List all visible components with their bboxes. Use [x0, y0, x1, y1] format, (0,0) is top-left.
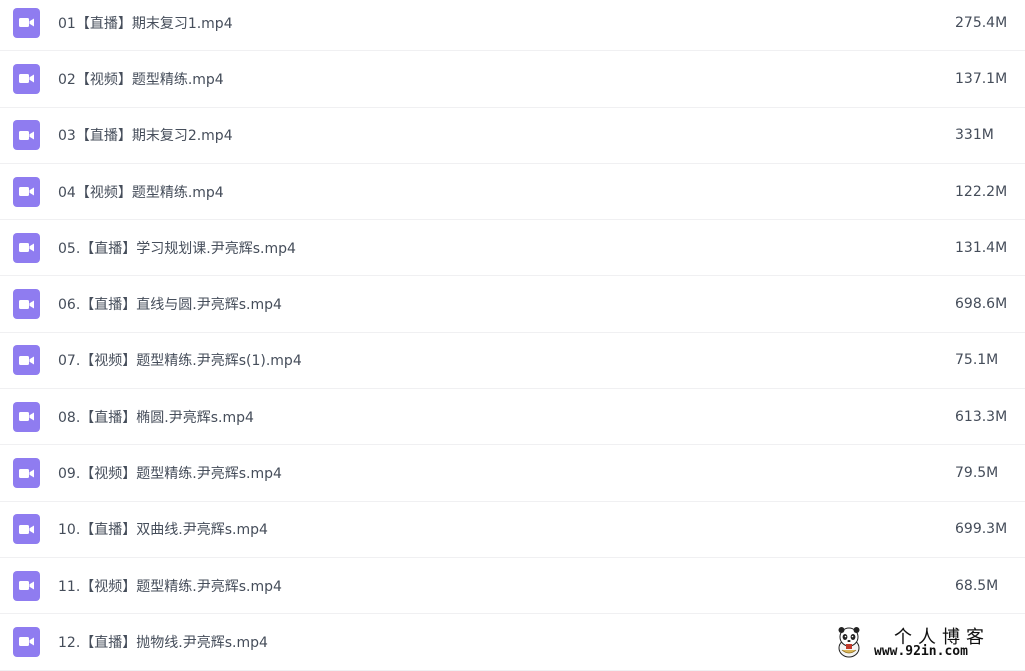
file-row[interactable]: 10.【直播】双曲线.尹亮辉s.mp4 699.3M — [0, 502, 1025, 558]
file-name: 06.【直播】直线与圆.尹亮辉s.mp4 — [58, 297, 282, 314]
watermark-url: www.92in.com — [874, 644, 968, 659]
file-name: 10.【直播】双曲线.尹亮辉s.mp4 — [58, 522, 268, 539]
video-file-icon — [13, 570, 40, 601]
file-row[interactable]: 09.【视频】题型精练.尹亮辉s.mp4 79.5M — [0, 445, 1025, 502]
video-file-icon — [13, 232, 40, 263]
file-name: 04【视频】题型精练.mp4 — [58, 184, 224, 201]
file-row[interactable]: 08.【直播】椭圆.尹亮辉s.mp4 613.3M — [0, 389, 1025, 446]
file-size: 131.4M — [955, 239, 1008, 256]
file-row[interactable]: 07.【视频】题型精练.尹亮辉s(1).mp4 75.1M — [0, 333, 1025, 390]
file-row[interactable]: 02【视频】题型精练.mp4 137.1M — [0, 51, 1025, 108]
file-row[interactable]: 03【直播】期末复习2.mp4 331M — [0, 108, 1025, 164]
file-row[interactable]: 01【直播】期末复习1.mp4 275.4M — [0, 0, 1025, 52]
file-size: 122.2M — [955, 183, 1008, 200]
file-name: 09.【视频】题型精练.尹亮辉s.mp4 — [58, 466, 282, 483]
watermark: 个人博客 www.92in.com — [832, 622, 1025, 663]
file-row[interactable]: 11.【视频】题型精练.尹亮辉s.mp4 68.5M — [0, 558, 1025, 615]
video-file-icon — [13, 176, 40, 207]
file-name: 07.【视频】题型精练.尹亮辉s(1).mp4 — [58, 353, 302, 370]
video-file-icon — [13, 401, 40, 432]
file-size: 68.5M — [955, 577, 999, 594]
video-file-icon — [13, 458, 40, 489]
file-name: 05.【直播】学习规划课.尹亮辉s.mp4 — [58, 240, 296, 257]
video-file-icon — [13, 626, 40, 657]
file-size: 698.6M — [955, 296, 1008, 313]
file-size: 699.3M — [955, 521, 1008, 538]
video-file-icon — [13, 289, 40, 320]
video-file-icon — [13, 7, 40, 38]
file-name: 08.【直播】椭圆.尹亮辉s.mp4 — [58, 409, 254, 426]
video-file-icon — [13, 63, 40, 94]
file-name: 03【直播】期末复习2.mp4 — [58, 128, 233, 145]
file-size: 79.5M — [955, 465, 999, 482]
file-name: 01【直播】期末复习1.mp4 — [58, 15, 233, 32]
file-size: 137.1M — [955, 70, 1008, 87]
file-size: 75.1M — [955, 352, 999, 369]
video-file-icon — [13, 120, 40, 151]
file-size: 613.3M — [955, 408, 1008, 425]
file-name: 11.【视频】题型精练.尹亮辉s.mp4 — [58, 578, 282, 595]
file-row[interactable]: 05.【直播】学习规划课.尹亮辉s.mp4 131.4M — [0, 220, 1025, 277]
file-name: 12.【直播】抛物线.尹亮辉s.mp4 — [58, 634, 268, 651]
video-file-icon — [13, 345, 40, 376]
file-row[interactable]: 04【视频】题型精练.mp4 122.2M — [0, 164, 1025, 221]
file-size: 331M — [955, 127, 994, 144]
file-row[interactable]: 06.【直播】直线与圆.尹亮辉s.mp4 698.6M — [0, 276, 1025, 333]
video-file-icon — [13, 514, 40, 545]
file-size: 275.4M — [955, 14, 1008, 31]
panda-logo-icon — [838, 627, 860, 658]
file-list: 01【直播】期末复习1.mp4 275.4M 02【视频】题型精练.mp4 13… — [0, 0, 1025, 671]
file-name: 02【视频】题型精练.mp4 — [58, 71, 224, 88]
